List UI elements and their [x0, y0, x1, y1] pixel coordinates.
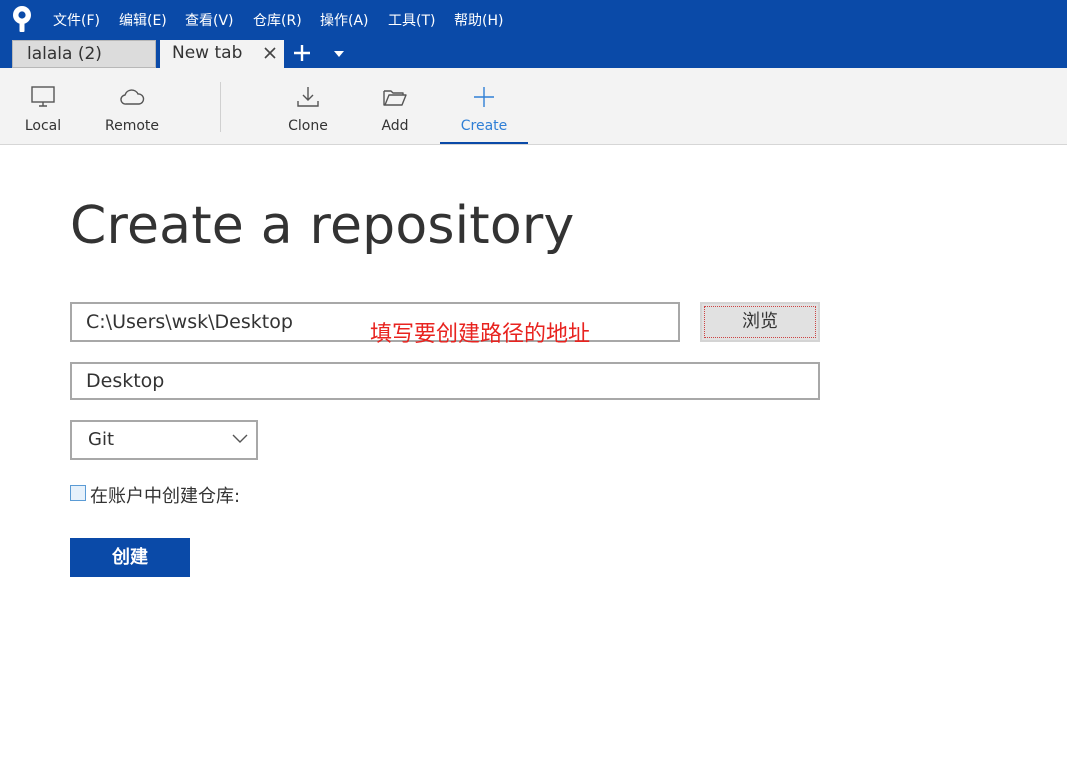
folder-open-icon	[383, 90, 407, 106]
menu-bar: 文件(F) 编辑(E) 查看(V) 仓库(R) 操作(A) 工具(T) 帮助(H…	[0, 0, 1067, 38]
sourcetree-logo-icon[interactable]	[10, 5, 34, 33]
tool-create-label: Create	[460, 118, 508, 134]
tab-lalala[interactable]: lalala (2)	[12, 40, 156, 68]
tool-create[interactable]: Create	[440, 68, 528, 144]
tool-add[interactable]: Add	[360, 68, 430, 144]
tab-label: New tab	[172, 43, 243, 63]
tool-remote-label: Remote	[104, 118, 160, 134]
menu-item-file[interactable]: 文件(F)	[53, 10, 100, 30]
tool-local-label: Local	[24, 118, 62, 134]
create-on-account-checkbox[interactable]	[70, 485, 86, 501]
tool-clone[interactable]: Clone	[273, 68, 343, 144]
chevron-down-icon	[232, 434, 248, 443]
tool-clone-label: Clone	[288, 118, 328, 134]
menu-item-tools[interactable]: 工具(T)	[388, 10, 435, 30]
tool-add-label: Add	[381, 118, 409, 134]
toolbar: Local Remote Clone Add Create	[0, 68, 1067, 145]
menu-item-help[interactable]: 帮助(H)	[454, 10, 503, 30]
download-icon	[297, 87, 319, 107]
plus-icon	[474, 87, 494, 107]
vcs-selected-value: Git	[88, 429, 115, 450]
annotation-text: 填写要创建路径的地址	[370, 322, 591, 347]
chevron-down-icon[interactable]	[334, 50, 344, 58]
cloud-icon	[120, 89, 145, 105]
browse-button[interactable]: 浏览	[700, 302, 820, 342]
menu-item-actions[interactable]: 操作(A)	[320, 10, 369, 30]
tool-local[interactable]: Local	[8, 68, 78, 144]
vcs-type-select[interactable]: Git	[70, 420, 258, 460]
menu-item-edit[interactable]: 编辑(E)	[119, 10, 167, 30]
menu-item-repository[interactable]: 仓库(R)	[253, 10, 302, 30]
toolbar-divider	[220, 82, 221, 132]
page-title: Create a repository	[70, 196, 575, 256]
tool-remote[interactable]: Remote	[94, 68, 170, 144]
close-icon[interactable]	[262, 45, 278, 61]
menu-item-view[interactable]: 查看(V)	[185, 10, 234, 30]
repository-name-field[interactable]: Desktop	[70, 362, 820, 400]
tab-strip: lalala (2) New tab	[0, 38, 1067, 70]
tab-label: lalala (2)	[27, 44, 102, 64]
plus-icon[interactable]	[292, 43, 312, 63]
create-on-account-label[interactable]: 在账户中创建仓库:	[90, 482, 240, 508]
monitor-icon	[31, 86, 55, 107]
create-button[interactable]: 创建	[70, 538, 190, 577]
tab-new-tab[interactable]: New tab	[160, 40, 284, 70]
